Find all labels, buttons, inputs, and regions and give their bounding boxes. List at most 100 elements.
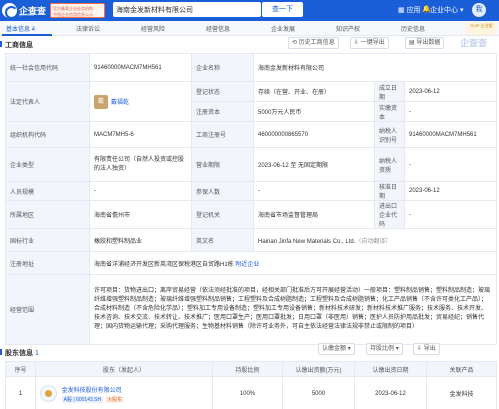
info-row-10: 经营范围 许可项目：货物进出口；离岸贸易经营（依法须经批准的项目，经相关部门批准… [5, 274, 498, 345]
taxpayer-id-label: 纳税人识别号 [374, 121, 405, 148]
shareholders-header-row: 序号 股东（发起人） 持股比例 认缴出资额(万元) 认缴出资日期 关联产品 [5, 361, 497, 377]
tab-history-info[interactable]: 历史信息 [401, 24, 425, 33]
taxpayer-id-value[interactable]: 91460000MACM7MH561 [403, 121, 498, 148]
col-index: 序号 [5, 361, 36, 377]
subscribed-amount-dropdown[interactable]: 认缴金额 ▾ [318, 343, 355, 355]
export-icon: ⇩ [417, 346, 423, 352]
col-amount[interactable]: 认缴出资额(万元) [282, 361, 355, 377]
shareholders-export-label: 导出 [423, 346, 436, 352]
shareholders-count: 1 [35, 350, 39, 357]
info-row-2: 法定代表人 戴戴福乾 登记状态 存续（在营、开业、在册） 成立日期 2023-0… [5, 81, 498, 122]
one-click-export-label: 一键导出 [360, 40, 385, 46]
row-date: 2023-06-12 [354, 376, 427, 409]
info-row-1: 统一社会信用代码 91460000MACM7MH561 企业名称 海南金发新材料… [5, 53, 498, 82]
info-row-8: 国标行业 橡胶和塑料制品业 英文名 Hainan Jinfa New Mater… [5, 228, 498, 252]
scope-label: 经营范围 [5, 274, 90, 345]
col-ratio[interactable]: 持股比例 [212, 361, 283, 377]
english-name-note: （自动翻译） [355, 238, 392, 245]
legal-rep-cell: 戴戴福乾 [89, 81, 192, 122]
taxpayer-qual-value: - [403, 147, 498, 182]
legal-rep-name[interactable]: 戴福乾 [111, 97, 129, 106]
one-click-export-button[interactable]: ⇩ 一键导出 [350, 37, 389, 49]
watermark-logo: 企查查 [460, 38, 488, 48]
scope-value: 许可项目：货物进出口；离岸贸易经营（依法须经批准的项目，经相关部门批准后方可开展… [88, 274, 498, 345]
reg-no-value[interactable]: 460000000865570 [253, 121, 375, 148]
row-related-product[interactable]: 金发科技 [426, 376, 497, 409]
major-shareholder-tag: 大股东 [105, 395, 125, 403]
info-row-7: 所属地区 海南省儋州市 登记机关 海南省市场监督管理局 进出口企业代码 - [5, 200, 498, 229]
info-row-5: 企业类型 有限责任公司（自然人投资或控股的法人独资） 营业期限 2023-06-… [5, 147, 498, 182]
insured-value: - [253, 181, 375, 201]
credit-agency-badge: 官方备案企业征信机构 中国企业信用信息公示 [50, 3, 105, 18]
legal-rep-avatar[interactable]: 戴 [94, 94, 108, 109]
col-related: 关联产品 [426, 361, 497, 377]
english-name-label: 英文名 [191, 228, 254, 252]
shareholders-export-button[interactable]: ⇩ 导出 [413, 343, 440, 355]
credit-code-value[interactable]: 91460000MACM7MH561 [89, 53, 192, 82]
company-name-value[interactable]: 海南金发新材料有限公司 [252, 53, 498, 82]
insured-label: 参保人数 [191, 181, 254, 201]
shareholding-ratio-label: 持股比例 [370, 346, 395, 352]
paid-capital-label: 实缴资本 [374, 101, 405, 122]
taxpayer-qual-label: 纳税人资质 [374, 147, 405, 182]
term-value: 2023-06-12 至 无固定期限 [253, 147, 375, 182]
reg-authority-label: 登记机关 [191, 200, 254, 229]
export-data-button[interactable]: ▤ 导出数据 [405, 37, 445, 49]
company-name-label: 企业名称 [191, 53, 254, 82]
company-logo-icon[interactable] [40, 385, 57, 402]
legal-rep-label: 法定代表人 [5, 81, 90, 122]
col-date[interactable]: 认缴出资日期 [354, 361, 427, 377]
est-date-value: 2023-06-12 [403, 81, 498, 102]
search-input[interactable] [116, 3, 256, 16]
import-export-value: - [403, 200, 498, 229]
info-row-6: 人员规模 - 参保人数 - 核准日期 2023-06-12 [5, 181, 498, 201]
reg-status-value: 存续（在营、开业、在册） [253, 81, 375, 102]
region-value[interactable]: 海南省儋州市 [89, 200, 192, 229]
nearby-companies-link[interactable]: 附近企业 [235, 262, 259, 268]
stock-code-tag[interactable]: A股 | 600143.SH [61, 395, 104, 403]
address-cell: 海南省洋浦经济开发区新英湾区保税港区自贸路H1栋 附近企业 [88, 251, 498, 275]
enterprise-center-menu[interactable]: 企业中心 ▾ [430, 5, 463, 15]
download-icon: ▤ [409, 40, 415, 46]
chevron-down-icon: ▾ [347, 346, 351, 352]
org-code-value[interactable]: MACM7MH5-6 [89, 121, 192, 148]
apps-menu[interactable]: ▦ 应用 [398, 5, 421, 15]
tab-enterprise-development[interactable]: 企业发展 [271, 24, 295, 33]
info-row-4: 组织机构代码 MACM7MH5-6 工商注册号 460000000865570 … [5, 121, 498, 148]
tab-intellectual-property[interactable]: 知识产权 [336, 24, 360, 33]
shareholding-ratio-dropdown[interactable]: 持股比例 ▾ [366, 343, 403, 355]
industry-value[interactable]: 橡胶和塑料制品业 [89, 228, 192, 252]
top-header: 企查查 QCC.COM 官方备案企业征信机构 中国企业信用信息公示 查一下 ▦ … [0, 0, 499, 21]
credit-code-label: 统一社会信用代码 [5, 53, 90, 82]
chevron-down-icon: ▾ [395, 346, 399, 352]
apps-label: 应用 [406, 7, 421, 14]
col-shareholder: 股东（发起人） [35, 361, 213, 377]
reg-capital-value: 5000万元人民币 [253, 101, 375, 122]
main-tabs: 基本信息 4 法律诉讼 经营风险 经营信息 企业发展 知识产权 历史信息 [0, 21, 499, 36]
staff-size-value: - [89, 181, 192, 201]
tab-basic-info[interactable]: 基本信息 4 [6, 24, 35, 33]
history-label: 历史工商信息 [298, 40, 335, 46]
staff-size-label: 人员规模 [5, 181, 90, 201]
shareholders-title-text: 股东信息 [5, 350, 33, 357]
qcc-logo[interactable]: 企查查 QCC.COM [2, 3, 46, 19]
reg-authority-value: 海南省市场监督管理局 [253, 200, 375, 229]
enterprise-center-label: 企业中心 [430, 7, 458, 14]
tab-legal-litigation[interactable]: 法律诉讼 [76, 24, 100, 33]
company-type-value: 有限责任公司（自然人投资或控股的法人独资） [89, 147, 192, 182]
shareholders-table: 序号 股东（发起人） 持股比例 认缴出资额(万元) 认缴出资日期 关联产品 1 … [5, 361, 497, 409]
row-ratio: 100% [212, 376, 283, 409]
address-value: 海南省洋浦经济开发区新英湾区保税港区自贸路H1栋 [94, 261, 234, 268]
reg-no-label: 工商注册号 [191, 121, 254, 148]
search-box [113, 2, 261, 17]
search-button[interactable]: 查一下 [262, 2, 303, 17]
tab-operating-info[interactable]: 经营信息 [206, 24, 230, 33]
shareholder-name[interactable]: 金发科技股份有限公司 [62, 385, 124, 394]
user-avatar[interactable]: 我 [472, 3, 486, 17]
history-business-info-button[interactable]: ⟲ 历史工商信息 [288, 37, 339, 49]
tab-operating-risk[interactable]: 经营风险 [141, 24, 165, 33]
shareholder-cell: 金发科技股份有限公司 A股 | 600143.SH 大股东 [35, 376, 213, 409]
svip-badge[interactable]: SVIP 企业版 [466, 22, 497, 35]
business-info-table: 统一社会信用代码 91460000MACM7MH561 企业名称 海南金发新材料… [5, 53, 498, 345]
approval-date-label: 核准日期 [374, 181, 405, 201]
